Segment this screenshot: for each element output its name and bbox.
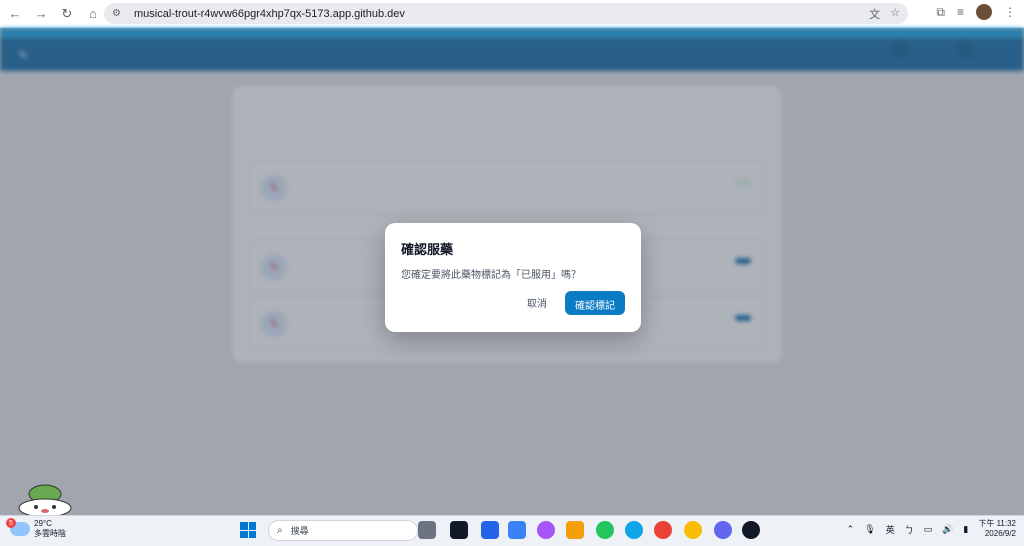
photos-app-icon[interactable] (508, 521, 526, 539)
file-explorer-icon[interactable] (566, 521, 584, 539)
cancel-button[interactable]: 取消 (517, 289, 557, 316)
search-placeholder: 搜尋 (290, 526, 309, 536)
notification-badge: 5 (6, 518, 16, 528)
edge-browser-icon[interactable] (625, 521, 643, 539)
home-icon[interactable]: ⌂ (82, 3, 104, 25)
extensions-icon[interactable]: ⧉ (936, 5, 945, 20)
windows-start-icon[interactable] (240, 522, 256, 538)
copilot-app-icon[interactable] (537, 521, 555, 539)
discord-app-icon[interactable] (714, 521, 732, 539)
chrome-profile-icon[interactable] (684, 521, 702, 539)
search-icon: ⌕ (277, 525, 283, 536)
cloud-icon: 5 (6, 518, 30, 536)
translate-icon[interactable]: 文 (869, 6, 880, 22)
back-icon[interactable]: ← (4, 3, 26, 25)
network-icon[interactable]: ▭ (924, 524, 933, 535)
ime-language[interactable]: 英 (886, 523, 895, 536)
chatgpt-app-icon[interactable] (742, 521, 760, 539)
taskbar-search[interactable]: ⌕ 搜尋 (268, 520, 418, 541)
profile-avatar[interactable] (976, 4, 992, 20)
chrome-browser-icon[interactable] (654, 521, 672, 539)
weather-widget[interactable]: 5 29°C 多雲時陰 (6, 518, 66, 539)
ime-mode[interactable]: ㄅ (905, 523, 914, 536)
clock[interactable]: 下午 11:32 2026/9/2 (978, 519, 1016, 539)
volume-icon[interactable]: 🔊 (942, 524, 953, 535)
jetbrains-app-icon[interactable] (450, 521, 468, 539)
clock-time: 下午 11:32 (978, 519, 1016, 528)
confirm-button[interactable]: 確認標記 (565, 290, 625, 315)
microphone-icon[interactable]: 🎙 (864, 524, 875, 535)
spotify-app-icon[interactable] (596, 521, 614, 539)
ide-app-icon[interactable] (481, 521, 499, 539)
mascot-sticker (18, 484, 72, 518)
weather-desc: 多雲時陰 (34, 529, 66, 538)
site-info-icon[interactable]: ⚙ (112, 8, 124, 20)
address-bar[interactable]: ⚙ musical-trout-r4wvw66pgr4xhp7qx-5173.a… (104, 3, 908, 24)
browser-toolbar: ← → ↻ ⌂ ⚙ musical-trout-r4wvw66pgr4xhp7q… (0, 0, 1024, 28)
dialog-title: 確認服藥 (401, 242, 454, 257)
url-text: musical-trout-r4wvw66pgr4xhp7qx-5173.app… (134, 7, 405, 20)
bookmark-star-icon[interactable]: ☆ (890, 6, 900, 22)
forward-icon[interactable]: → (30, 3, 52, 25)
weather-temp: 29°C (34, 519, 52, 528)
system-tray: ⌃ 🎙 英 ㄅ ▭ 🔊 ▮ 下午 11:32 2026/9/2 (847, 519, 1016, 539)
task-view-icon[interactable] (418, 521, 436, 539)
chevron-up-icon[interactable]: ⌃ (847, 524, 855, 535)
dialog-message: 您確定要將此藥物標記為「已服用」嗎？ (401, 270, 581, 281)
battery-icon[interactable]: ▮ (963, 524, 968, 535)
reload-icon[interactable]: ↻ (56, 3, 78, 25)
clock-date: 2026/9/2 (984, 529, 1016, 538)
confirm-dialog: 確認服藥 您確定要將此藥物標記為「已服用」嗎？ 取消 確認標記 (385, 223, 641, 332)
reading-list-icon[interactable]: ≡ (957, 5, 964, 19)
menu-dots-icon[interactable]: ⋮ (1004, 5, 1016, 19)
